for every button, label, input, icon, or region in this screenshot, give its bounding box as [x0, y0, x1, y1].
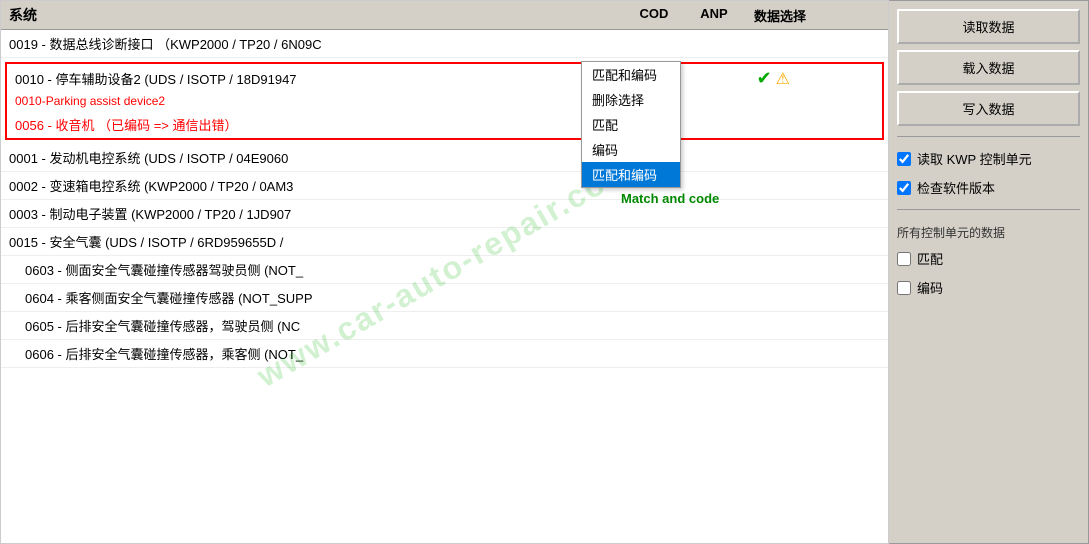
main-container: 系统 COD ANP 数据选择 0019 - 数据总线诊断接口 （KWP2000…: [0, 0, 1089, 544]
checkbox-row-encode[interactable]: 编码: [897, 276, 1080, 299]
all-control-label: 所有控制单元的数据: [897, 224, 1080, 241]
checkbox-encode[interactable]: [897, 281, 911, 295]
dropdown-item-match-and-code[interactable]: 匹配和编码: [582, 62, 680, 87]
write-data-button[interactable]: 写入数据: [897, 91, 1080, 126]
subtitle-text-0010: 0010-Parking assist device2: [15, 94, 165, 108]
dropdown-item-match[interactable]: 匹配: [582, 112, 680, 137]
list-item[interactable]: 0606 - 后排安全气囊碰撞传感器，乘客侧 (NOT_: [1, 340, 888, 368]
right-panel: 读取数据 载入数据 写入数据 读取 KWP 控制单元 检查软件版本 所有控制单元…: [889, 0, 1089, 544]
list-item[interactable]: 0605 - 后排安全气囊碰撞传感器，驾驶员侧 (NC: [1, 312, 888, 340]
highlight-item-0010[interactable]: 0010 - 停车辅助设备2 (UDS / ISOTP / 18D91947 ✔…: [7, 64, 882, 93]
tooltip-label: Match and code: [621, 191, 719, 206]
list-item[interactable]: 0015 - 安全气囊 (UDS / ISOTP / 6RD959655D /: [1, 228, 888, 256]
list-item[interactable]: 0001 - 发动机电控系统 (UDS / ISOTP / 04E9060: [1, 144, 888, 172]
list-item[interactable]: 0604 - 乘客侧面安全气囊碰撞传感器 (NOT_SUPP: [1, 284, 888, 312]
list-area[interactable]: 0019 - 数据总线诊断接口 （KWP2000 / TP20 / 6N09C …: [1, 30, 888, 543]
checkbox-row-software[interactable]: 检查软件版本: [897, 176, 1080, 199]
header-row: 系统 COD ANP 数据选择: [1, 1, 888, 30]
load-data-button[interactable]: 载入数据: [897, 50, 1080, 85]
divider-1: [897, 136, 1080, 137]
check-icon: ✔: [757, 68, 772, 89]
checkbox-software-label: 检查软件版本: [917, 178, 995, 197]
checkbox-match-label: 匹配: [917, 249, 943, 268]
checkbox-match[interactable]: [897, 252, 911, 266]
list-item[interactable]: 0002 - 变速箱电控系统 (KWP2000 / TP20 / 0AM3: [1, 172, 888, 200]
item-text: 0003 - 制动电子装置 (KWP2000 / TP20 / 1JD907: [9, 204, 445, 223]
highlight-item-0056[interactable]: 0056 - 收音机 （已编码 => 通信出错）: [7, 110, 882, 138]
list-item[interactable]: 0003 - 制动电子装置 (KWP2000 / TP20 / 1JD907: [1, 200, 888, 228]
header-title: 系统: [9, 5, 634, 25]
item-text: 0019 - 数据总线诊断接口 （KWP2000 / TP20 / 6N09C: [9, 34, 405, 53]
warn-icon: ⚠: [776, 69, 790, 89]
dropdown-item-encode[interactable]: 编码: [582, 137, 680, 162]
checkbox-kwp-label: 读取 KWP 控制单元: [917, 149, 1032, 168]
dropdown-menu[interactable]: 匹配和编码 删除选择 匹配 编码 匹配和编码: [581, 61, 681, 188]
read-data-button[interactable]: 读取数据: [897, 9, 1080, 44]
checkbox-kwp[interactable]: [897, 152, 911, 166]
header-cols: COD ANP 数据选择: [634, 6, 834, 25]
item-text: 0015 - 安全气囊 (UDS / ISOTP / 6RD959655D /: [9, 232, 445, 251]
item-text: 0603 - 侧面安全气囊碰撞传感器驾驶员侧 (NOT_: [25, 260, 453, 279]
col-data: 数据选择: [754, 6, 834, 25]
item-text: 0604 - 乘客侧面安全气囊碰撞传感器 (NOT_SUPP: [25, 288, 453, 307]
list-item[interactable]: 0019 - 数据总线诊断接口 （KWP2000 / TP20 / 6N09C: [1, 30, 888, 58]
item-text: 0001 - 发动机电控系统 (UDS / ISOTP / 04E9060: [9, 148, 405, 167]
left-panel: 系统 COD ANP 数据选择 0019 - 数据总线诊断接口 （KWP2000…: [0, 0, 889, 544]
list-item[interactable]: 0603 - 侧面安全气囊碰撞传感器驾驶员侧 (NOT_: [1, 256, 888, 284]
checkbox-row-match[interactable]: 匹配: [897, 247, 1080, 270]
col-anp: ANP: [694, 6, 734, 25]
checkbox-software[interactable]: [897, 181, 911, 195]
item-text: 0606 - 后排安全气囊碰撞传感器，乘客侧 (NOT_: [25, 344, 453, 363]
divider-2: [897, 209, 1080, 210]
subtitle-0010: 0010-Parking assist device2: [7, 93, 882, 110]
checkbox-encode-label: 编码: [917, 278, 943, 297]
item-text: 0002 - 变速箱电控系统 (KWP2000 / TP20 / 0AM3: [9, 176, 445, 195]
col-cod: COD: [634, 6, 674, 25]
checkbox-row-kwp[interactable]: 读取 KWP 控制单元: [897, 147, 1080, 170]
dropdown-item-delete-select[interactable]: 删除选择: [582, 87, 680, 112]
highlight-box: 0010 - 停车辅助设备2 (UDS / ISOTP / 18D91947 ✔…: [5, 62, 884, 140]
dropdown-item-match-code-selected[interactable]: 匹配和编码: [582, 162, 680, 187]
item-text: 0605 - 后排安全气囊碰撞传感器，驾驶员侧 (NC: [25, 316, 453, 335]
